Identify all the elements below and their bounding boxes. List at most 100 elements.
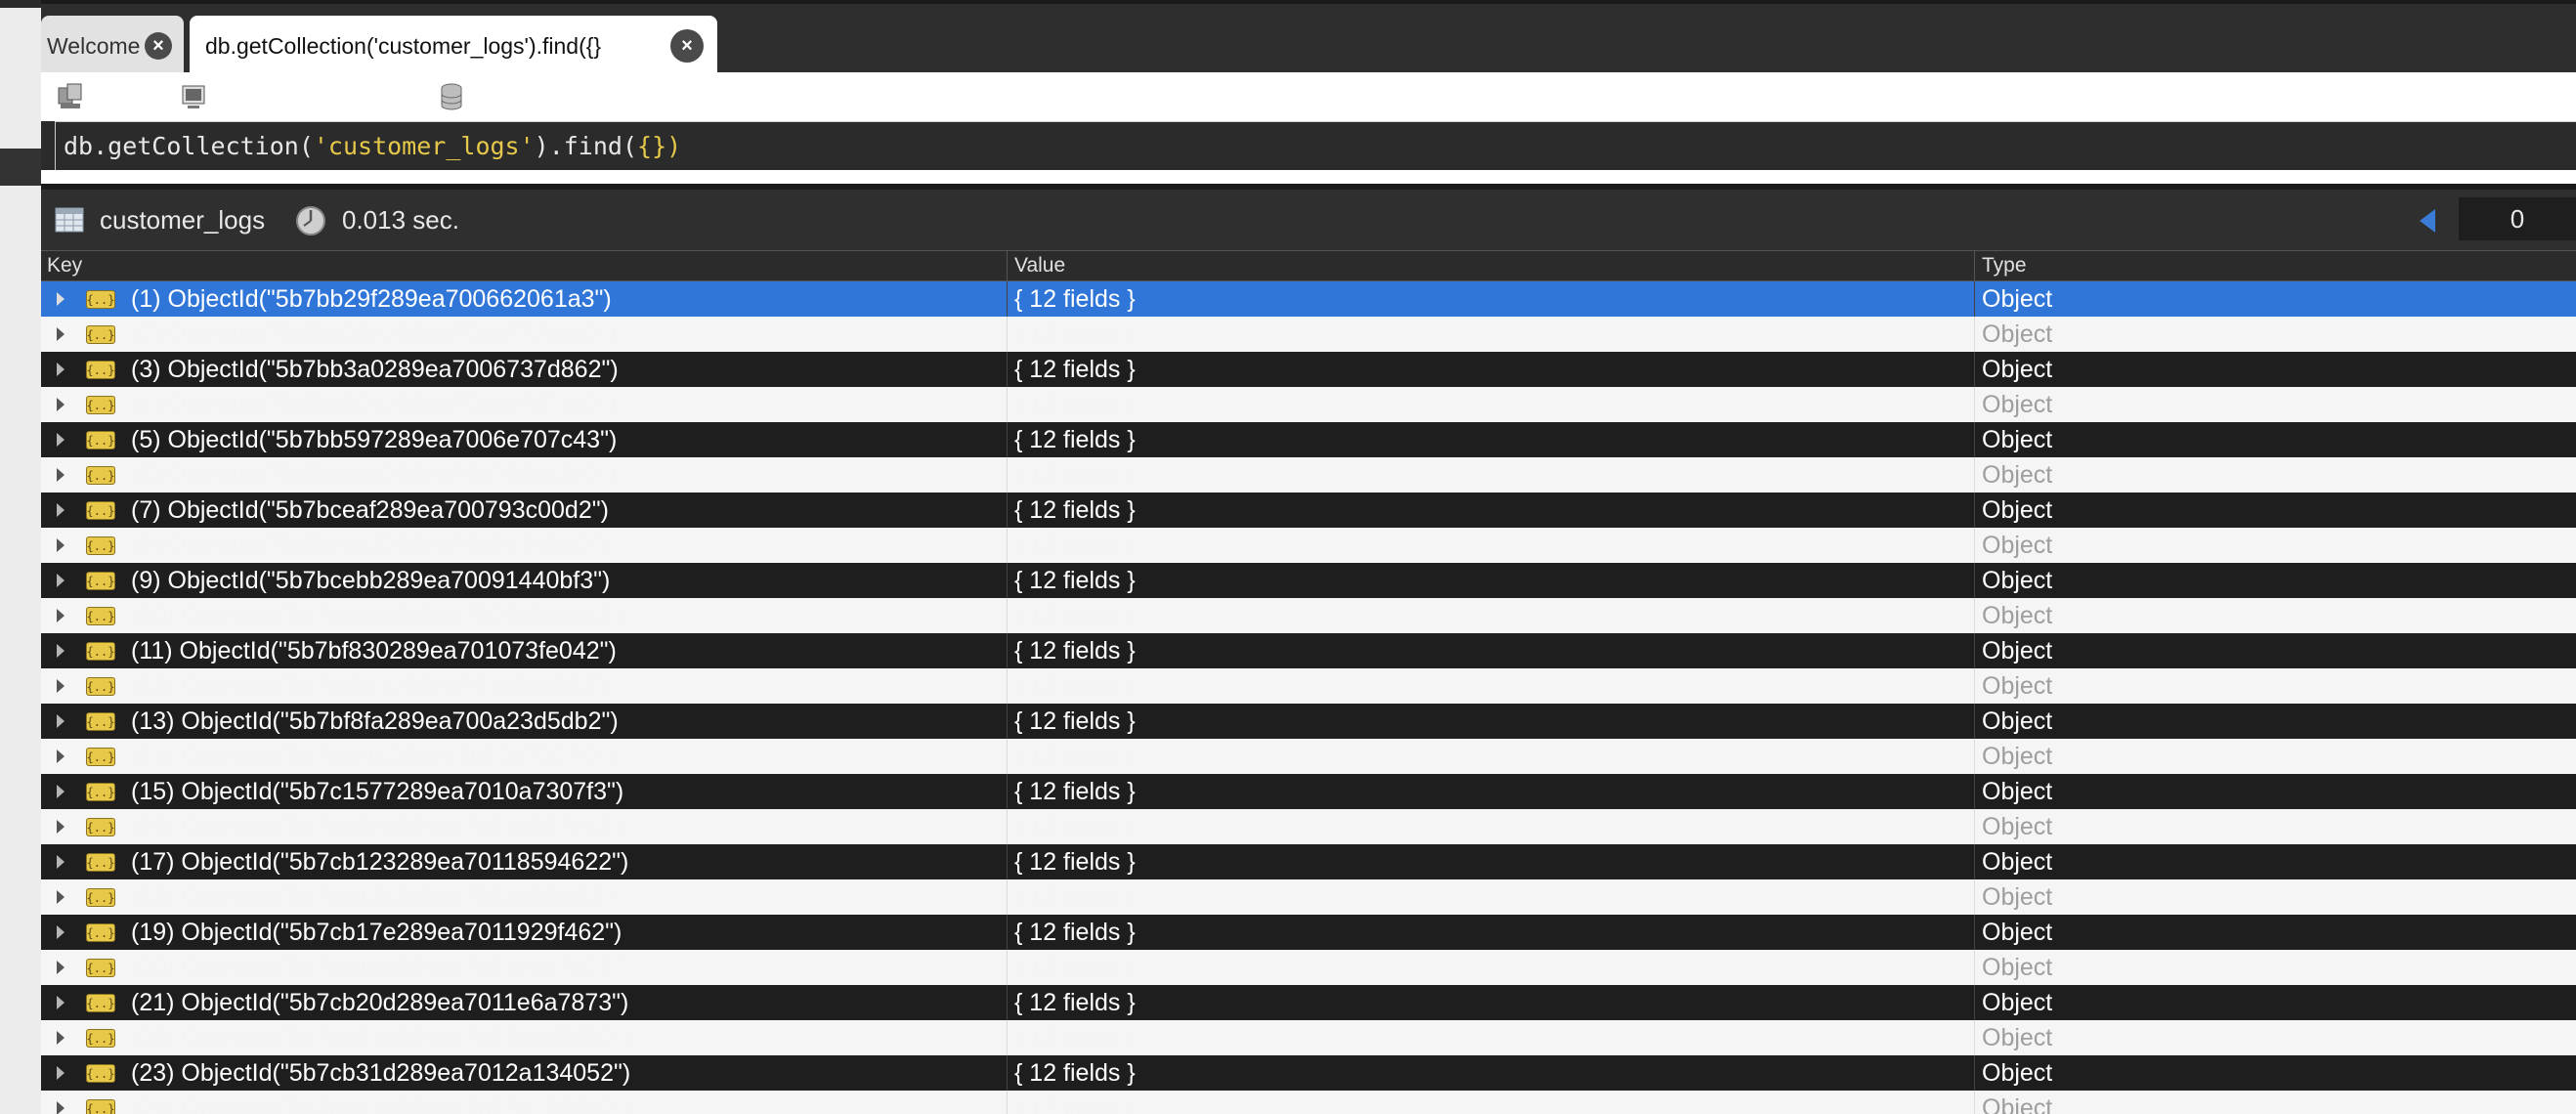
row-key: (23) ObjectId("5b7cb31d289ea7012a134052"… (131, 1059, 631, 1087)
table-row[interactable]: {..} (17) ObjectId("5b7cb123289ea70118594… (41, 844, 2576, 879)
cell-divider (1974, 387, 1975, 422)
cell-divider (1007, 281, 1008, 317)
row-type: Object (1982, 1094, 2053, 1114)
expand-arrow-icon[interactable] (57, 1066, 64, 1080)
object-icon: {..} (86, 677, 115, 696)
table-row[interactable]: {..} (22) ObjectId("5b7cb31b289ea7012b6d9… (41, 1020, 2576, 1055)
expand-arrow-icon[interactable] (57, 503, 64, 517)
tab-query-label: db.getCollection('customer_logs').find({… (205, 32, 602, 59)
expand-arrow-icon[interactable] (57, 609, 64, 622)
cell-divider (1007, 352, 1008, 387)
expand-arrow-icon[interactable] (57, 292, 64, 306)
row-type: Object (1982, 883, 2053, 911)
database-icon[interactable] (438, 82, 465, 111)
table-row[interactable]: {..} (5) ObjectId("5b7bb597289ea7006e707c… (41, 422, 2576, 457)
table-row[interactable]: {..} (9) ObjectId("5b7bcebb289ea70091440b… (41, 563, 2576, 598)
expand-arrow-icon[interactable] (57, 820, 64, 834)
table-row[interactable]: {..} (16) ObjectId("5b7cb0e9289ea7011b597… (41, 809, 2576, 844)
expand-arrow-icon[interactable] (57, 961, 64, 974)
row-key: (17) ObjectId("5b7cb123289ea70118594622"… (131, 848, 629, 876)
table-row[interactable]: {..} (21) ObjectId("5b7cb20d289ea7011e6a7… (41, 985, 2576, 1020)
table-row[interactable]: {..} (19) ObjectId("5b7cb17e289ea7011929f… (41, 915, 2576, 950)
shell-icon[interactable] (180, 82, 207, 111)
expand-arrow-icon[interactable] (57, 890, 64, 904)
table-row[interactable]: {..} (10) ObjectId("5b7bcecb289ea700965cb… (41, 598, 2576, 633)
left-panel-top (0, 0, 41, 8)
cell-divider (1974, 985, 1975, 1020)
row-key: (12) ObjectId("5b7bf8a4289ea70108ad022") (131, 672, 612, 700)
column-type[interactable]: Type (1982, 254, 2027, 278)
table-row[interactable]: {..} (23) ObjectId("5b7cb31d289ea7012a134… (41, 1055, 2576, 1091)
page-offset-field[interactable]: 0 (2459, 197, 2576, 240)
expand-arrow-icon[interactable] (57, 925, 64, 939)
column-divider[interactable] (1974, 251, 1975, 280)
table-row[interactable]: {..} (2) ObjectId("5b7bb36e289ea70047720b… (41, 317, 2576, 352)
row-value: { 12 fields } (1014, 321, 1136, 348)
cell-divider (1007, 739, 1008, 774)
table-row[interactable]: {..} (12) ObjectId("5b7bf8a4289ea70108ad0… (41, 668, 2576, 704)
cell-divider (1974, 281, 1975, 317)
expand-arrow-icon[interactable] (57, 398, 64, 411)
query-collection-arg: 'customer_logs' (313, 132, 535, 160)
query-suffix: ) (666, 132, 682, 160)
expand-arrow-icon[interactable] (57, 433, 64, 447)
results-collection-name: customer_logs (100, 205, 266, 235)
tab-query[interactable]: db.getCollection('customer_logs').find({… (190, 16, 717, 76)
expand-arrow-icon[interactable] (57, 327, 64, 341)
object-icon: {..} (86, 466, 115, 485)
cell-divider (1007, 1055, 1008, 1091)
query-prefix: db.getCollection( (64, 132, 314, 160)
column-value[interactable]: Value (1014, 254, 1065, 278)
cell-divider (1007, 774, 1008, 809)
table-row[interactable]: {..} (7) ObjectId("5b7bceaf289ea700793c00… (41, 493, 2576, 528)
object-icon: {..} (86, 712, 115, 731)
expand-arrow-icon[interactable] (57, 996, 64, 1009)
row-type: Object (1982, 813, 2053, 840)
connection-icon[interactable] (57, 82, 84, 111)
row-value: { 12 fields } (1014, 1024, 1136, 1051)
expand-arrow-icon[interactable] (57, 574, 64, 587)
table-row[interactable]: {..} (14) ObjectId("5b7bfe11289ea7010a730… (41, 739, 2576, 774)
table-row[interactable]: {..} (4) ObjectId("5b7bb501289ea7006e707c… (41, 387, 2576, 422)
row-key: (4) ObjectId("5b7bb501289ea7006e707c42") (131, 391, 618, 418)
expand-arrow-icon[interactable] (57, 1101, 64, 1114)
column-key[interactable]: Key (47, 254, 82, 278)
table-row[interactable]: {..} (15) ObjectId("5b7c1577289ea7010a730… (41, 774, 2576, 809)
expand-arrow-icon[interactable] (57, 538, 64, 552)
cell-divider (1974, 633, 1975, 668)
expand-arrow-icon[interactable] (57, 468, 64, 482)
row-value: { 12 fields } (1014, 426, 1136, 453)
table-row[interactable]: {..} (8) ObjectId("5b7bceb3289ea70091440b… (41, 528, 2576, 563)
close-icon[interactable]: × (670, 29, 704, 63)
cell-divider (1007, 1091, 1008, 1114)
row-key: (16) ObjectId("5b7cb0e9289ea7011b597ec2"… (131, 813, 627, 840)
expand-arrow-icon[interactable] (57, 785, 64, 798)
table-row[interactable]: {..} (6) ObjectId("5b7bbcb9289ea700786d62… (41, 457, 2576, 493)
expand-arrow-icon[interactable] (57, 1031, 64, 1045)
table-row[interactable]: {..} (11) ObjectId("5b7bf830289ea701073fe… (41, 633, 2576, 668)
tab-welcome[interactable]: Welcome × (41, 16, 184, 76)
toolbar (41, 72, 2576, 121)
cell-divider (1974, 774, 1975, 809)
row-type: Object (1982, 707, 2053, 735)
expand-arrow-icon[interactable] (57, 363, 64, 376)
expand-arrow-icon[interactable] (57, 855, 64, 869)
expand-arrow-icon[interactable] (57, 679, 64, 693)
table-row[interactable]: {..} (18) ObjectId("5b7cb13c289ea7011a5fb… (41, 879, 2576, 915)
table-row[interactable]: {..} (20) ObjectId("5b7cb1ad289ea7011e6a7… (41, 950, 2576, 985)
table-row[interactable]: {..} (24) ObjectId("5b7cb419289ea7012d189… (41, 1091, 2576, 1114)
table-row[interactable]: {..} (3) ObjectId("5b7bb3a0289ea7006737d8… (41, 352, 2576, 387)
prev-page-icon[interactable] (2420, 209, 2435, 233)
column-divider[interactable] (1007, 251, 1008, 280)
query-editor[interactable]: db.getCollection('customer_logs').find({… (55, 121, 2576, 170)
table-row[interactable]: {..} (13) ObjectId("5b7bf8fa289ea700a23d5… (41, 704, 2576, 739)
tab-bar: Welcome × db.getCollection('customer_log… (41, 0, 2576, 76)
row-type: Object (1982, 1059, 2053, 1087)
expand-arrow-icon[interactable] (57, 644, 64, 658)
row-key: (18) ObjectId("5b7cb13c289ea7011a5fb862"… (131, 883, 621, 911)
object-icon: {..} (86, 642, 115, 661)
expand-arrow-icon[interactable] (57, 750, 64, 763)
table-row[interactable]: {..} (1) ObjectId("5b7bb29f289ea700662061… (41, 281, 2576, 317)
close-icon[interactable]: × (145, 32, 172, 60)
expand-arrow-icon[interactable] (57, 714, 64, 728)
